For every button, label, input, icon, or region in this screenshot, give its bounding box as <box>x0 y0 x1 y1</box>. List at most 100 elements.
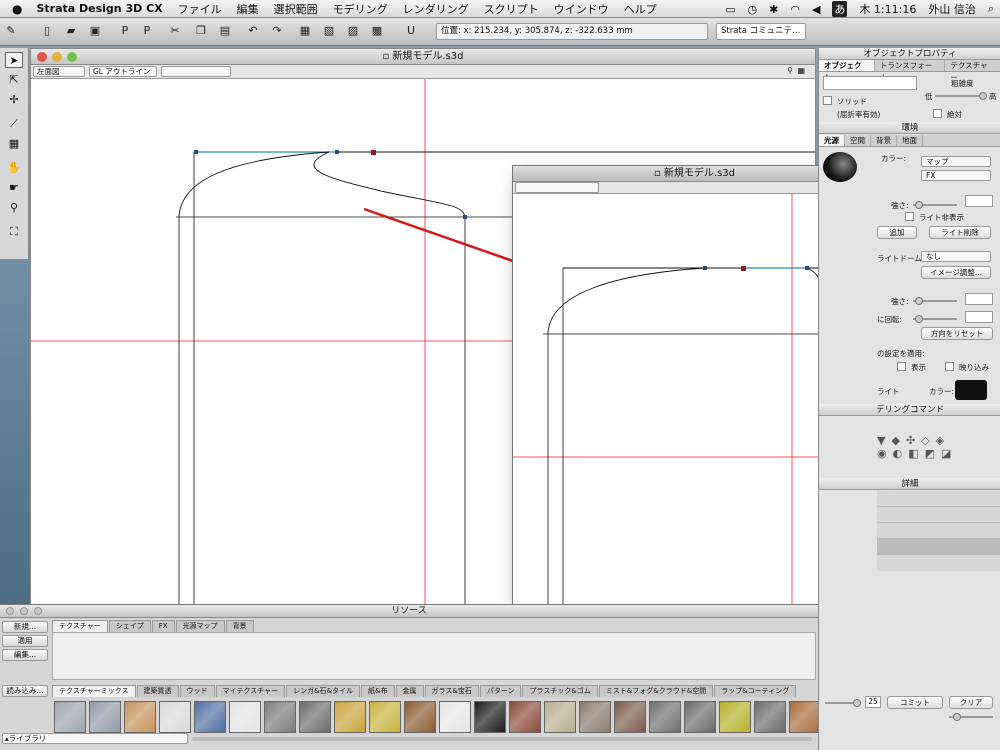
texture-swatch[interactable] <box>754 701 786 733</box>
cone-icon[interactable]: ▼ <box>877 434 891 447</box>
texture-swatch[interactable] <box>719 701 751 733</box>
smooth-icon[interactable]: ◪ <box>941 447 957 460</box>
light-preview-sphere[interactable] <box>823 152 857 182</box>
tool-d-icon[interactable]: ▩ <box>370 24 384 38</box>
apply-resource-button[interactable]: 適用 <box>2 635 48 647</box>
tab-light-maps[interactable]: 光源マップ <box>175 620 225 632</box>
tab-metal[interactable]: 金属 <box>395 685 424 697</box>
tab-mist-fog[interactable]: ミスト&フォグ&クラウド&空間 <box>598 685 714 697</box>
path-icon[interactable]: ⟋ <box>5 116 23 132</box>
sweep-icon[interactable]: ◉ <box>877 447 893 460</box>
reshape-icon[interactable]: ✢ <box>5 92 23 108</box>
intensity-slider[interactable] <box>913 201 957 209</box>
image-adjust-button[interactable]: イメージ調整... <box>921 266 991 279</box>
tab-backgrounds[interactable]: 背景 <box>225 620 254 632</box>
edit-resource-button[interactable]: 編集... <box>2 649 48 661</box>
spotlight-icon[interactable]: ⌕ <box>988 2 994 16</box>
texture-swatch[interactable] <box>194 701 226 733</box>
texture-swatch[interactable] <box>474 701 506 733</box>
display-icon[interactable]: ▭ <box>725 3 735 16</box>
object-name-field[interactable] <box>823 76 917 90</box>
texture-swatch[interactable] <box>649 701 681 733</box>
tab-my-textures[interactable]: マイテクスチャー <box>215 685 286 697</box>
app-name-menu[interactable]: Strata Design 3D CX <box>36 2 162 15</box>
camera-icon[interactable]: ⛶ <box>5 224 23 240</box>
texture-swatch[interactable] <box>334 701 366 733</box>
extrude-icon[interactable]: ◆ <box>891 434 905 447</box>
roughness-slider[interactable] <box>935 92 987 100</box>
rotate-knob[interactable] <box>915 315 923 323</box>
close-icon[interactable] <box>6 607 14 615</box>
texture-swatch[interactable] <box>264 701 296 733</box>
tool-a-icon[interactable]: ▦ <box>298 24 312 38</box>
delete-light-button[interactable]: ライト削除 <box>929 226 991 239</box>
map-select[interactable]: マップ <box>921 156 991 167</box>
photoshop-icon[interactable]: P <box>118 24 132 38</box>
menu-modeling[interactable]: モデリング <box>333 1 388 17</box>
floating-camera-slider[interactable] <box>515 182 599 193</box>
detail-slider[interactable] <box>825 699 861 707</box>
undo-icon[interactable]: ↶ <box>246 24 260 38</box>
display-checkbox[interactable] <box>897 362 906 371</box>
boolean-icon[interactable]: ◐ <box>893 447 909 460</box>
texture-swatch[interactable] <box>124 701 156 733</box>
solid-checkbox[interactable] <box>823 96 832 105</box>
tool-b-icon[interactable]: ▧ <box>322 24 336 38</box>
texture-swatch[interactable] <box>404 701 436 733</box>
resource-list-area[interactable] <box>52 632 816 680</box>
menu-rendering[interactable]: レンダリング <box>403 1 469 17</box>
dome-intensity-knob[interactable] <box>915 297 923 305</box>
cut-icon[interactable]: ✂ <box>168 24 182 38</box>
wifi-icon[interactable]: ◠ <box>790 3 800 16</box>
redo-icon[interactable]: ↷ <box>270 24 284 38</box>
texture-swatch[interactable] <box>579 701 611 733</box>
tab-architecture[interactable]: 建築質透 <box>136 685 179 697</box>
tab-space[interactable]: 空間 <box>845 135 871 146</box>
tab-plastic-rubber[interactable]: プラスチック&ゴム <box>522 685 598 697</box>
bend-icon[interactable]: ◈ <box>936 434 950 447</box>
grid-toggle-icon[interactable]: ▦ <box>797 66 805 75</box>
copy-icon[interactable]: ❐ <box>194 24 208 38</box>
texture-swatch[interactable] <box>789 701 818 733</box>
rotate-slider[interactable] <box>913 315 957 323</box>
hide-light-checkbox[interactable] <box>905 212 914 221</box>
light-dome-select[interactable]: なし <box>921 251 991 262</box>
texture-swatch[interactable] <box>369 701 401 733</box>
tab-background[interactable]: 背景 <box>871 135 897 146</box>
paste-icon[interactable]: ▤ <box>218 24 232 38</box>
texture-swatch[interactable] <box>439 701 471 733</box>
library-select[interactable]: ▴ライブラリ <box>2 733 188 744</box>
clear-button[interactable]: クリア <box>949 696 993 709</box>
texture-swatch[interactable] <box>89 701 121 733</box>
detail-knob[interactable] <box>853 699 861 707</box>
uv-icon[interactable]: U <box>404 24 418 38</box>
tab-paper-cloth[interactable]: 紙&布 <box>361 685 395 697</box>
zoom-knob[interactable] <box>953 713 961 721</box>
tab-texture[interactable]: テクスチャー <box>945 60 1000 82</box>
main-window-titlebar[interactable]: ▫ 新規モデル.s3d <box>31 49 815 65</box>
menu-help[interactable]: ヘルプ <box>624 1 657 17</box>
camera-slider[interactable] <box>161 66 231 77</box>
texture-swatch[interactable] <box>159 701 191 733</box>
community-dropdown[interactable]: Strata コミュニテ... <box>716 23 806 40</box>
volume-icon[interactable]: ◀ <box>812 3 820 16</box>
texture-swatch[interactable] <box>229 701 261 733</box>
brush-icon[interactable]: ✎ <box>4 24 18 38</box>
swatch-scrollbar[interactable] <box>192 737 812 741</box>
tab-wrap-coating[interactable]: ラップ&コーティング <box>714 685 797 697</box>
texture-swatch[interactable] <box>509 701 541 733</box>
minimize-icon[interactable] <box>52 52 62 62</box>
subselect-icon[interactable]: ⇱ <box>5 72 23 88</box>
tab-texture-mix[interactable]: テクスチャーミックス <box>52 685 136 697</box>
cube-icon[interactable]: ◧ <box>908 447 924 460</box>
tab-ground[interactable]: 地面 <box>897 135 923 146</box>
minimize-icon[interactable] <box>20 607 28 615</box>
view-select[interactable]: 左面図 <box>33 66 85 77</box>
menu-selection[interactable]: 選択範囲 <box>274 1 318 17</box>
new-resource-button[interactable]: 新規... <box>2 621 48 633</box>
tab-light[interactable]: 光源 <box>819 135 845 146</box>
detail-value-field[interactable]: 25 <box>865 696 881 708</box>
render-mode-select[interactable]: GL アウトライン <box>89 66 157 77</box>
save-icon[interactable]: ▣ <box>88 24 102 38</box>
zoom-icon[interactable]: ⚲ <box>5 200 23 216</box>
